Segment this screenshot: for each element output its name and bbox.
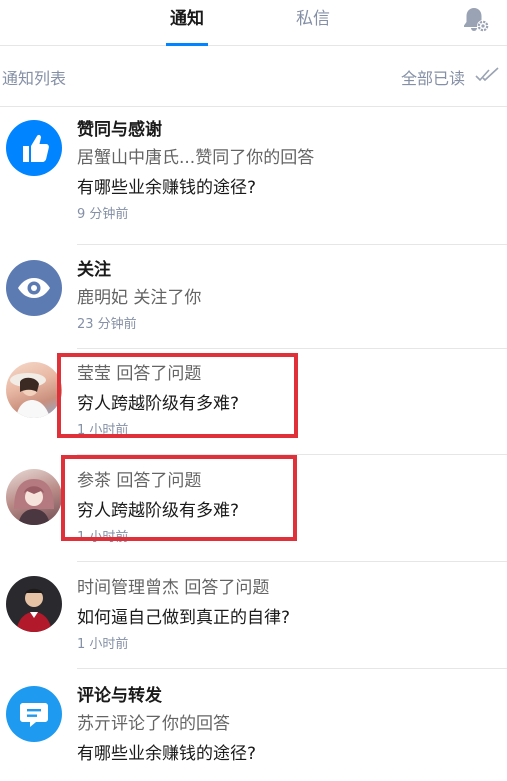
active-tab-indicator	[166, 43, 208, 46]
item-title: 关注	[77, 260, 111, 280]
item-subtitle: 时间管理曾杰 回答了问题	[77, 578, 270, 598]
notification-item-answer[interactable]: 时间管理曾杰 回答了问题 如何逼自己做到真正的自律? 1 小时前	[0, 576, 507, 668]
highlight-box	[61, 455, 297, 541]
notification-item-comments[interactable]: 评论与转发 苏亓评论了你的回答 有哪些业余赚钱的途径?	[0, 684, 507, 781]
notification-item-follow[interactable]: 关注 鹿明妃 关注了你 23 分钟前	[0, 258, 507, 348]
item-time: 1 小时前	[77, 637, 129, 652]
eye-icon	[6, 260, 62, 316]
user-avatar[interactable]	[6, 362, 62, 418]
list-title: 通知列表	[2, 69, 67, 88]
double-check-icon[interactable]	[475, 65, 499, 85]
item-title: 赞同与感谢	[77, 120, 162, 140]
item-subtitle: 苏亓评论了你的回答	[77, 714, 230, 734]
item-time: 23 分钟前	[77, 317, 137, 332]
comment-icon	[6, 686, 62, 742]
thumbs-up-icon	[6, 120, 62, 176]
top-tab-bar: 通知 私信	[0, 0, 507, 46]
item-subtitle: 鹿明妃 关注了你	[77, 288, 202, 308]
question-link[interactable]: 有哪些业余赚钱的途径?	[77, 176, 499, 200]
divider	[77, 244, 507, 245]
notification-settings-icon[interactable]	[460, 4, 492, 36]
item-subtitle: 居蟹山中唐氏...赞同了你的回答	[77, 148, 315, 168]
mark-all-read-button[interactable]: 全部已读	[401, 65, 465, 89]
tab-notifications[interactable]: 通知	[166, 8, 208, 46]
question-link[interactable]: 有哪些业余赚钱的途径?	[77, 742, 499, 766]
highlight-box	[57, 353, 298, 438]
divider	[77, 668, 507, 669]
divider	[77, 561, 507, 562]
item-title: 评论与转发	[77, 686, 162, 706]
question-link[interactable]: 如何逼自己做到真正的自律?	[77, 606, 499, 630]
notification-item-likes[interactable]: 赞同与感谢 居蟹山中唐氏...赞同了你的回答 有哪些业余赚钱的途径? 9 分钟前	[0, 118, 507, 244]
tab-notifications-label: 通知	[170, 9, 204, 29]
user-avatar[interactable]	[6, 469, 62, 525]
tab-messages[interactable]: 私信	[296, 8, 330, 46]
tab-messages-label: 私信	[296, 9, 330, 29]
user-avatar[interactable]	[6, 576, 62, 632]
divider	[77, 348, 507, 349]
item-time: 9 分钟前	[77, 207, 129, 222]
notification-list-header: 通知列表 全部已读	[0, 47, 507, 107]
